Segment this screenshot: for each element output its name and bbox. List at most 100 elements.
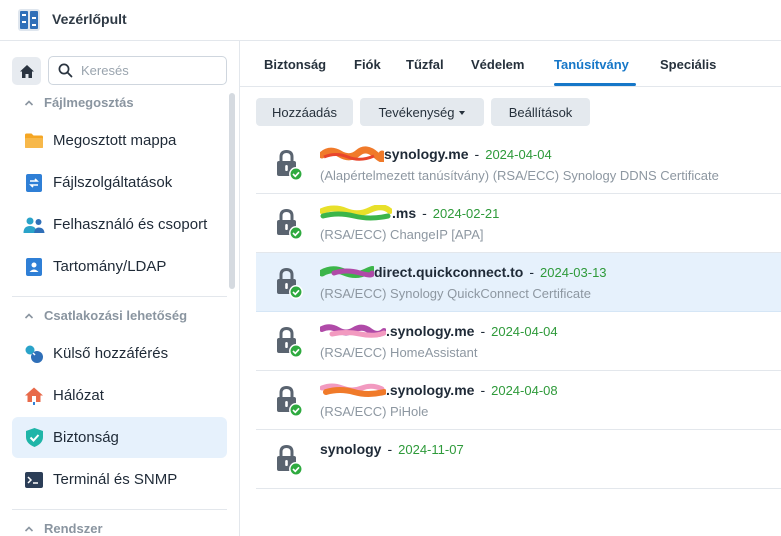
tab-certificate[interactable]: Tanúsítvány (554, 57, 629, 72)
sidebar-scrollbar[interactable] (229, 93, 235, 289)
tab-protection[interactable]: Védelem (471, 57, 524, 72)
sidebar-item-shared-folder[interactable]: Megosztott mappa (12, 120, 227, 161)
network-home-icon (23, 385, 45, 407)
search-box[interactable] (48, 56, 227, 85)
redaction-scribble (320, 266, 374, 278)
sidebar-item-security[interactable]: Biztonság (12, 417, 227, 458)
sidebar: Fájlmegosztás Megosztott mappa Fájlszolg… (0, 41, 240, 536)
certificate-description: (Alapértelmezett tanúsítvány) (RSA/ECC) … (320, 168, 719, 183)
sidebar-item-label: Tartomány/LDAP (53, 258, 167, 275)
lock-check-icon (277, 444, 303, 476)
tab-security[interactable]: Biztonság (264, 57, 326, 72)
certificate-date: 2024-04-08 (491, 382, 558, 398)
sidebar-item-file-services[interactable]: Fájlszolgáltatások (12, 162, 227, 203)
sidebar-divider (12, 509, 227, 510)
certificate-description: (RSA/ECC) HomeAssistant (320, 345, 478, 360)
settings-button[interactable]: Beállítások (491, 98, 590, 126)
main-content: Biztonság Fiók Tűzfal Védelem Tanúsítván… (240, 41, 781, 536)
certificate-title: .ms - 2024-02-21 (320, 205, 499, 221)
certificate-name: .synology.me (386, 382, 475, 398)
add-button-label: Hozzáadás (271, 104, 338, 120)
separator: - (529, 264, 535, 280)
search-icon (58, 63, 73, 78)
certificate-date: 2024-03-13 (540, 264, 607, 280)
section-system[interactable]: Rendszer (24, 521, 224, 536)
tab-advanced[interactable]: Speciális (660, 57, 716, 72)
section-label: Csatlakozási lehetőség (44, 308, 188, 323)
search-input[interactable] (81, 61, 219, 79)
section-label: Rendszer (44, 521, 103, 536)
sidebar-item-label: Hálózat (53, 387, 104, 404)
sidebar-item-label: Terminál és SNMP (53, 471, 178, 488)
sidebar-item-users[interactable]: Felhasználó és csoport (12, 204, 227, 245)
certificate-row[interactable]: synology.me - 2024-04-04 (Alapértelmezet… (256, 135, 781, 194)
certificate-title: synology - 2024-11-07 (320, 441, 464, 457)
certificate-description: (RSA/ECC) Synology QuickConnect Certific… (320, 286, 591, 301)
separator: - (480, 382, 486, 398)
separator: - (474, 146, 480, 162)
external-access-icon (23, 343, 45, 365)
chevron-up-icon (24, 99, 34, 106)
action-button-label: Tevékenység (378, 104, 455, 120)
sidebar-item-label: Felhasználó és csoport (53, 216, 208, 233)
separator: - (480, 323, 486, 339)
tab-account[interactable]: Fiók (354, 57, 381, 72)
home-icon (19, 64, 34, 78)
lock-check-icon (277, 267, 303, 299)
certificate-name: synology (320, 441, 382, 457)
chevron-up-icon (24, 312, 34, 319)
certificate-title: .synology.me - 2024-04-04 (320, 323, 558, 339)
tab-bar: Biztonság Fiók Tűzfal Védelem Tanúsítván… (240, 41, 781, 87)
certificate-title: synology.me - 2024-04-04 (320, 146, 552, 162)
certificate-title: direct.quickconnect.to - 2024-03-13 (320, 264, 607, 280)
certificate-row[interactable]: synology - 2024-11-07 (256, 430, 781, 489)
section-connectivity[interactable]: Csatlakozási lehetőség (24, 308, 224, 323)
lock-check-icon (277, 326, 303, 358)
sidebar-item-domain-ldap[interactable]: Tartomány/LDAP (12, 246, 227, 287)
caret-down-icon (459, 110, 466, 115)
folder-icon (23, 130, 45, 152)
certificate-date: 2024-11-07 (398, 441, 464, 457)
title-bar: Vezérlőpult (0, 0, 781, 41)
certificate-description: (RSA/ECC) PiHole (320, 404, 429, 419)
redaction-scribble (320, 324, 386, 338)
lock-check-icon (277, 208, 303, 240)
lock-check-icon (277, 149, 303, 181)
sidebar-item-label: Megosztott mappa (53, 132, 177, 149)
control-panel-app-icon (18, 9, 40, 31)
home-button[interactable] (12, 57, 41, 85)
separator: - (387, 441, 393, 457)
active-tab-indicator (554, 83, 636, 86)
separator: - (422, 205, 427, 221)
users-icon (23, 214, 45, 236)
certificate-name: synology.me (384, 146, 469, 162)
action-dropdown-button[interactable]: Tevékenység (360, 98, 484, 126)
sidebar-item-network[interactable]: Hálózat (12, 375, 227, 416)
certificate-date: 2024-04-04 (491, 323, 558, 339)
certificate-date: 2024-04-04 (485, 146, 552, 162)
add-button[interactable]: Hozzáadás (256, 98, 353, 126)
lock-check-icon (277, 385, 303, 417)
sidebar-item-label: Külső hozzáférés (53, 345, 169, 362)
domain-icon (23, 256, 45, 278)
app-title: Vezérlőpult (52, 11, 127, 27)
redaction-scribble (320, 205, 392, 221)
redaction-scribble (320, 383, 386, 397)
certificate-name: direct.quickconnect.to (374, 264, 524, 280)
sidebar-item-terminal-snmp[interactable]: Terminál és SNMP (12, 459, 227, 500)
sidebar-item-external-access[interactable]: Külső hozzáférés (12, 333, 227, 374)
certificate-row[interactable]: .ms - 2024-02-21 (RSA/ECC) ChangeIP [APA… (256, 194, 781, 253)
certificate-date: 2024-02-21 (432, 205, 500, 221)
certificate-description: (RSA/ECC) ChangeIP [APA] (320, 227, 484, 242)
tab-firewall[interactable]: Tűzfal (406, 57, 444, 72)
shield-check-icon (23, 427, 45, 449)
certificate-row[interactable]: .synology.me - 2024-04-04 (RSA/ECC) Home… (256, 312, 781, 371)
terminal-icon (23, 469, 45, 491)
redaction-scribble (320, 146, 384, 162)
certificate-row-selected[interactable]: direct.quickconnect.to - 2024-03-13 (RSA… (256, 253, 781, 312)
settings-button-label: Beállítások (508, 104, 573, 120)
certificate-row[interactable]: .synology.me - 2024-04-08 (RSA/ECC) PiHo… (256, 371, 781, 430)
chevron-up-icon (24, 525, 34, 532)
sidebar-item-label: Fájlszolgáltatások (53, 174, 173, 191)
section-file-sharing[interactable]: Fájlmegosztás (24, 95, 224, 110)
